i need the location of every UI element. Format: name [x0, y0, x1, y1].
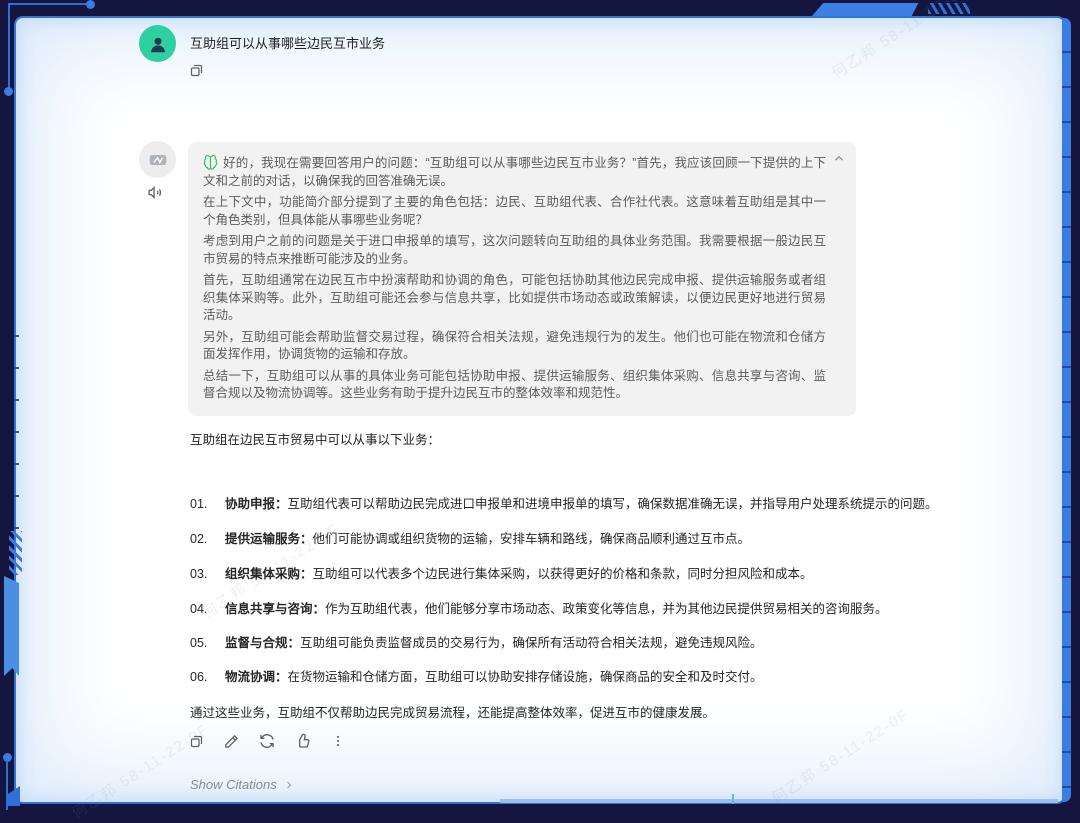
answer-intro: 互助组在边民互市贸易中可以从事以下业务：: [190, 429, 440, 448]
reasoning-paragraph: 另外，互助组可能会帮助监督交易过程，确保符合相关法规，避免违规行为的发生。他们也…: [203, 329, 826, 364]
list-item: 04.信息共享与咨询：作为互助组代表，他们能够分享市场动态、政策变化等信息，并为…: [190, 598, 888, 617]
frame-left-ticks: [14, 305, 19, 530]
list-item: 05.监督与合规：互助组可能负责监督成员的交易行为，确保所有活动符合相关法规，避…: [190, 632, 763, 651]
list-text: 互助组可能负责监督成员的交易行为，确保所有活动符合相关法规，避免违规风险。: [300, 636, 763, 650]
reasoning-paragraph: 首先，互助组通常在边民互市中扮演帮助和协调的角色，可能包括协助其他边民完成申报、…: [203, 272, 826, 325]
list-item: 01.协助申报：互助组代表可以帮助边民完成进口申报单和进境申报单的填写，确保数据…: [190, 493, 938, 512]
list-number: 03.: [190, 567, 225, 581]
kebab-menu-icon[interactable]: [331, 733, 345, 749]
frame-right-band: [1062, 18, 1071, 802]
list-text: 作为互助组代表，他们能够分享市场动态、政策变化等信息，并为其他边民提供贸易相关的…: [325, 602, 888, 616]
list-item: 02.提供运输服务：他们可能协调或组织货物的运输，安排车辆和路线，确保商品顺利通…: [190, 528, 750, 547]
show-citations-label: Show Citations: [190, 777, 277, 792]
circuit-node-dot: [86, 0, 95, 9]
reasoning-card: 好的，我现在需要回答用户的问题：“互助组可以从事哪些边民互市业务？”首先，我应该…: [188, 142, 856, 416]
list-term: 组织集体采购：: [225, 567, 313, 581]
list-number: 06.: [190, 670, 225, 684]
chevron-up-icon[interactable]: [832, 152, 846, 166]
assistant-avatar: [139, 141, 176, 178]
list-text: 互助组代表可以帮助边民完成进口申报单和进境申报单的填写，确保数据准确无误，并指导…: [288, 497, 938, 511]
circuit-line-left-top: [8, 3, 10, 89]
list-number: 01.: [190, 497, 225, 511]
chevron-right-icon: [283, 779, 295, 791]
pencil-icon[interactable]: [224, 734, 239, 749]
user-avatar: [139, 25, 176, 62]
list-number: 04.: [190, 602, 225, 616]
list-text: 他们可能协调或组织货物的运输，安排车辆和路线，确保商品顺利通过互市点。: [313, 532, 751, 546]
person-icon: [147, 33, 169, 55]
answer-conclusion: 通过这些业务，互助组不仅帮助边民完成贸易流程，还能提高整体效率，促进互市的健康发…: [190, 702, 715, 721]
list-term: 提供运输服务：: [225, 532, 313, 546]
copy-icon[interactable]: [189, 734, 204, 749]
reasoning-paragraph: 考虑到用户之前的问题是关于进口申报单的填写，这次问题转向互助组的具体业务范围。我…: [203, 233, 826, 268]
frame-left-bar: [4, 576, 19, 676]
list-number: 02.: [190, 532, 225, 546]
frame-left-hashes: [9, 531, 22, 575]
list-text: 在货物运输和仓储方面，互助组可以协助安排存储设施，确保商品的安全和及时交付。: [288, 670, 763, 684]
reasoning-paragraph: 在上下文中，功能简介部分提到了主要的角色包括：边民、互助组代表、合作社代表。这意…: [203, 194, 826, 229]
brain-icon: [203, 155, 218, 170]
circuit-node-dot: [4, 87, 13, 96]
reasoning-paragraph: 总结一下，互助组可以从事的具体业务可能包括协助申报、提供运输服务、组织集体采购、…: [203, 368, 826, 403]
list-term: 协助申报：: [225, 497, 288, 511]
circuit-line-top: [10, 3, 88, 5]
list-term: 监督与合规：: [225, 636, 300, 650]
speaker-icon[interactable]: [147, 184, 164, 201]
list-item: 06.物流协调：在货物运输和仓储方面，互助组可以协助安排存储设施，确保商品的安全…: [190, 666, 763, 685]
circuit-line-left-bottom: [6, 761, 8, 810]
list-text: 互助组可以代表多个边民进行集体采购，以获得更好的价格和条款，同时分担风险和成本。: [313, 567, 813, 581]
message-actions: [189, 733, 345, 749]
user-message: 互助组可以从事哪些边民互市业务: [190, 33, 385, 52]
list-term: 物流协调：: [225, 670, 288, 684]
frame-bottom-segment: [500, 799, 1058, 803]
list-number: 05.: [190, 636, 225, 650]
copy-icon[interactable]: [189, 63, 204, 78]
reasoning-paragraph: 好的，我现在需要回答用户的问题：“互助组可以从事哪些边民互市业务？”首先，我应该…: [203, 155, 826, 190]
frame-bottom-tick: [732, 794, 734, 804]
bot-logo-icon: [147, 149, 169, 171]
frame-top-tab: [812, 3, 924, 16]
thumbs-up-icon[interactable]: [295, 733, 311, 749]
show-citations-link[interactable]: Show Citations: [190, 777, 295, 792]
frame-top-hashes: [928, 3, 970, 14]
list-term: 信息共享与咨询：: [225, 602, 325, 616]
refresh-icon[interactable]: [259, 733, 275, 749]
list-item: 03.组织集体采购：互助组可以代表多个边民进行集体采购，以获得更好的价格和条款，…: [190, 563, 813, 582]
